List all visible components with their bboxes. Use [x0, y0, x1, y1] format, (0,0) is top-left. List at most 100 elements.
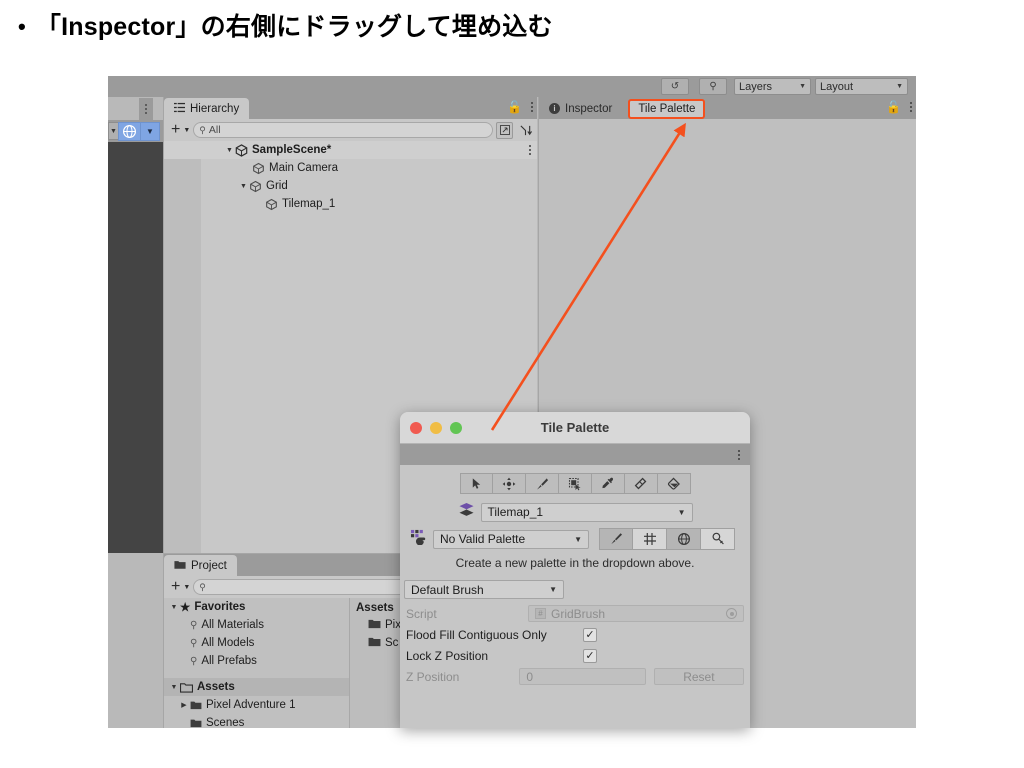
disclosure-triangle-icon[interactable]: ▶	[178, 701, 190, 709]
kebab-menu-icon[interactable]	[910, 102, 912, 112]
property-row-script: Script # GridBrush	[400, 603, 750, 624]
object-picker-icon[interactable]	[726, 608, 737, 619]
disclosure-triangle-icon[interactable]: ▼	[168, 684, 180, 691]
toolbar-overflow-menu[interactable]	[139, 98, 153, 120]
kebab-menu-icon[interactable]	[531, 102, 533, 112]
script-object-field[interactable]: # GridBrush	[528, 605, 744, 622]
kebab-menu-icon[interactable]	[529, 145, 531, 155]
move-tool-icon[interactable]	[492, 473, 526, 494]
tab-tile-palette[interactable]: Tile Palette	[628, 99, 706, 119]
reset-button[interactable]: Reset	[653, 668, 744, 685]
tab-project[interactable]: Project	[164, 555, 237, 576]
folder-icon	[190, 718, 202, 728]
folder-icon	[190, 700, 202, 710]
disclosure-triangle-icon[interactable]: ▼	[238, 183, 249, 190]
chevron-down-icon: ▼	[799, 83, 806, 90]
active-tilemap-dropdown[interactable]: Tilemap_1 ▼	[480, 502, 693, 522]
tilemap-layers-icon	[458, 502, 475, 522]
history-icon[interactable]: ↺	[661, 78, 689, 95]
search-icon: ⚲	[199, 581, 206, 592]
gizmo-toggle-icon[interactable]	[667, 528, 701, 550]
layout-dropdown[interactable]: Layout ▼	[815, 78, 908, 95]
disclosure-triangle-icon[interactable]: ▼	[168, 604, 180, 611]
assets-column-item-label: Sc	[385, 637, 399, 649]
tab-inspector[interactable]: i Inspector	[539, 98, 622, 119]
hierarchy-tabbar: Hierarchy 🔓	[164, 97, 537, 119]
page-title: • 「Inspector」の右側にドラッグして埋め込む	[18, 10, 998, 44]
close-button[interactable]	[410, 421, 422, 434]
globe-pivot-icon[interactable]	[118, 121, 141, 141]
project-assets-group[interactable]: ▼ Assets	[164, 678, 349, 696]
folder-open-icon	[180, 682, 193, 693]
tab-hierarchy[interactable]: Hierarchy	[164, 98, 250, 119]
chevron-down-icon[interactable]: ▼	[141, 121, 160, 141]
chevron-down-icon[interactable]: ▼	[108, 122, 118, 140]
eraser-tool-icon[interactable]	[624, 473, 658, 494]
tab-hierarchy-label: Hierarchy	[190, 102, 240, 115]
picker-tool-icon[interactable]	[591, 473, 625, 494]
page-title-text: 「Inspector」の右側にドラッグして埋め込む	[35, 13, 553, 41]
property-label: Z Position	[406, 669, 460, 684]
hierarchy-row-label: SampleScene*	[252, 144, 332, 156]
hierarchy-row-label: Tilemap_1	[282, 198, 336, 210]
property-label: Script	[406, 606, 437, 621]
chevron-down-icon[interactable]: ▼	[183, 584, 190, 591]
layout-label: Layout	[820, 80, 854, 93]
project-asset-pixel-adventure[interactable]: ▶ Pixel Adventure 1	[164, 696, 349, 714]
lock-z-checkbox[interactable]: ✓	[583, 648, 597, 663]
palette-dropdown[interactable]: No Valid Palette ▼	[433, 529, 589, 549]
palette-hint-text: Create a new palette in the dropdown abo…	[455, 556, 695, 570]
search-icon: ⚲	[190, 637, 198, 649]
project-favorite-all-prefabs[interactable]: ⚲ All Prefabs	[164, 652, 349, 670]
create-asset-button[interactable]: +	[167, 579, 180, 595]
add-gameobject-button[interactable]: +	[167, 122, 180, 138]
layers-dropdown[interactable]: Layers ▼	[734, 78, 811, 95]
z-position-input[interactable]: 0	[519, 668, 646, 685]
project-favorites-group[interactable]: ▼ ★ Favorites	[164, 598, 349, 616]
folder-icon	[368, 636, 381, 650]
disclosure-triangle-icon[interactable]: ▼	[224, 147, 235, 154]
hierarchy-row-grid[interactable]: ▼ Grid	[164, 177, 537, 195]
chevron-down-icon: ▼	[574, 534, 582, 544]
scene-icon	[235, 143, 248, 157]
active-tilemap-value: Tilemap_1	[487, 505, 544, 519]
project-favorite-label: All Materials	[201, 619, 264, 631]
flood-fill-checkbox[interactable]: ✓	[583, 627, 597, 642]
lock-open-icon[interactable]: 🔓	[507, 100, 522, 114]
sort-icon[interactable]	[516, 121, 534, 139]
window-controls[interactable]	[410, 421, 462, 434]
edit-palette-icon[interactable]	[599, 528, 633, 550]
chevron-down-icon[interactable]: ▼	[183, 127, 190, 134]
settings-icon[interactable]	[701, 528, 735, 550]
palette-value: No Valid Palette	[440, 532, 526, 546]
select-tool-icon[interactable]	[459, 473, 493, 494]
tile-palette-window[interactable]: Tile Palette Tilemap_1 ▼ No Valid Palett…	[400, 412, 750, 728]
search-icon[interactable]: ⚲	[699, 78, 727, 95]
fill-tool-icon[interactable]	[657, 473, 691, 494]
tab-tile-palette-label: Tile Palette	[638, 103, 696, 115]
search-in-scene-icon[interactable]	[496, 121, 513, 139]
project-asset-scenes[interactable]: Scenes	[164, 714, 349, 728]
project-favorite-all-materials[interactable]: ⚲ All Materials	[164, 616, 349, 634]
lock-open-icon[interactable]: 🔓	[886, 100, 901, 114]
hierarchy-search-input[interactable]: ⚲ All	[193, 122, 493, 138]
hierarchy-row-label: Main Camera	[269, 162, 339, 174]
brush-tool-icon[interactable]	[525, 473, 559, 494]
gameobject-icon	[265, 198, 278, 211]
scene-view[interactable]	[108, 142, 163, 553]
minimize-button[interactable]	[430, 421, 442, 434]
project-favorite-all-models[interactable]: ⚲ All Models	[164, 634, 349, 652]
hierarchy-toolbar: + ▼ ⚲ All	[164, 119, 537, 141]
hierarchy-row-tilemap[interactable]: Tilemap_1	[164, 195, 537, 213]
pivot-toggle-group[interactable]: ▼ ▼	[108, 120, 163, 142]
zoom-button[interactable]	[450, 421, 462, 434]
kebab-menu-icon[interactable]	[738, 449, 740, 460]
hierarchy-row-samplescene[interactable]: ▼ SampleScene*	[164, 141, 537, 159]
box-fill-tool-icon[interactable]	[558, 473, 592, 494]
hierarchy-row-main-camera[interactable]: Main Camera	[164, 159, 537, 177]
assets-column-item-label: Pix	[385, 619, 401, 631]
active-tilemap-row: Tilemap_1 ▼	[400, 502, 750, 522]
tile-palette-titlebar[interactable]: Tile Palette	[400, 412, 750, 444]
grid-toggle-icon[interactable]	[633, 528, 667, 550]
brush-dropdown[interactable]: Default Brush ▼	[404, 580, 564, 599]
